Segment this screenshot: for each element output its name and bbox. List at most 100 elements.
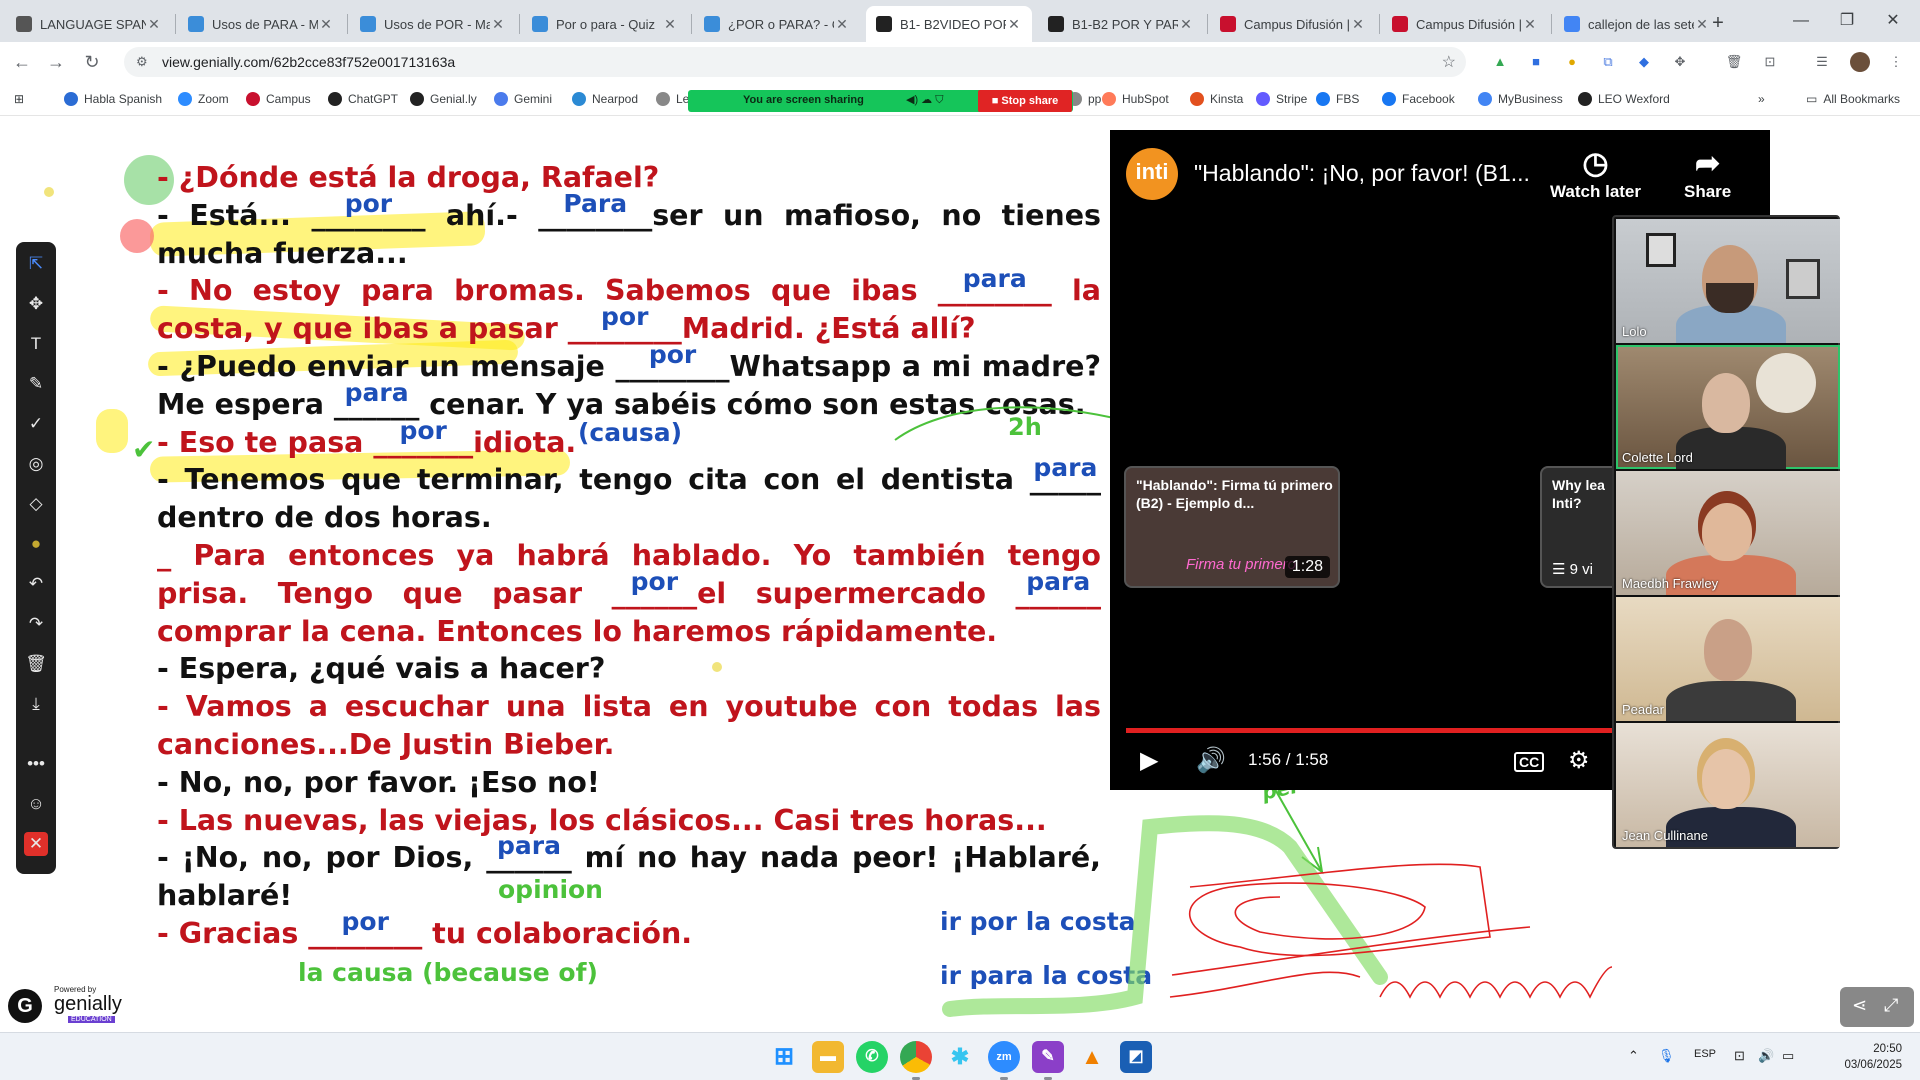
participant-tile[interactable]: Lolo [1616, 219, 1840, 343]
tab-close-icon[interactable]: ✕ [1350, 16, 1366, 33]
bookmark-item[interactable]: Genial.ly [410, 90, 477, 108]
cookie-extension-icon[interactable]: ● [1562, 52, 1582, 72]
stop-share-button[interactable]: ■ Stop share [978, 90, 1072, 112]
whatsapp-icon[interactable]: ✆ [856, 1041, 888, 1073]
apps-grid-icon[interactable]: ⊞ [14, 90, 24, 108]
reading-list-icon[interactable]: ☰ [1812, 52, 1832, 72]
participant-tile[interactable]: Jean Cullinane [1616, 723, 1840, 847]
recommended-video[interactable]: Why lea Inti? ☰ 9 vi [1540, 466, 1620, 588]
all-bookmarks-link[interactable]: ▭ All Bookmarks [1806, 90, 1900, 108]
browser-tab[interactable]: Usos de POR - Ma ✕ [350, 6, 516, 42]
file-explorer-icon[interactable]: ▬ [812, 1041, 844, 1073]
move-tool-icon[interactable]: ✥ [24, 292, 48, 316]
tab-close-icon[interactable]: ✕ [146, 16, 162, 33]
minimize-button[interactable]: — [1778, 6, 1824, 36]
reload-icon[interactable]: ↻ [78, 48, 106, 76]
bookmark-item[interactable]: Kinsta [1190, 90, 1243, 108]
more-icon[interactable]: ••• [24, 752, 48, 776]
browser-tab[interactable]: B1- B2VIDEO POR ✕ [866, 6, 1032, 42]
site-info-icon[interactable]: ⚙ [136, 54, 152, 70]
target-tool-icon[interactable]: ◎ [24, 452, 48, 476]
bookmark-item[interactable]: Le [656, 90, 689, 108]
check-tool-icon[interactable]: ✓ [24, 412, 48, 436]
browser-tab[interactable]: B1-B2 POR Y PARA✕ [1038, 6, 1204, 42]
profile-avatar[interactable] [1850, 52, 1870, 72]
volume-icon[interactable]: 🔊 [1196, 746, 1226, 775]
chrome-icon[interactable] [900, 1041, 932, 1073]
genially-logo[interactable]: G Powered by genially EDUCATION [8, 985, 138, 1025]
new-tab-button[interactable]: + [1704, 9, 1732, 37]
vlc-icon[interactable]: ▲ [1076, 1041, 1108, 1073]
browser-tab[interactable]: Por o para - Quiz ✕ [522, 6, 688, 42]
share-icon[interactable]: ⋖ [1852, 995, 1867, 1016]
watch-later-button[interactable]: ◷ Watch later [1550, 146, 1641, 202]
tab-close-icon[interactable]: ✕ [1178, 16, 1194, 33]
bookmark-item[interactable]: Facebook [1382, 90, 1455, 108]
windows-start-icon[interactable]: ⊞ [768, 1041, 800, 1073]
participant-tile[interactable]: Peadar [1616, 597, 1840, 721]
delete-icon[interactable]: 🗑 [24, 652, 48, 676]
tab-close-icon[interactable]: ✕ [1006, 16, 1022, 33]
close-window-button[interactable]: ✕ [1870, 6, 1916, 36]
pointer-tool-icon[interactable]: ⇱ [24, 252, 48, 276]
trash-extension-icon[interactable]: ■ [1526, 52, 1546, 72]
tray-chevron-icon[interactable]: ⌃ [1628, 1048, 1639, 1064]
tab-close-icon[interactable]: ✕ [318, 16, 334, 33]
user-settings-icon[interactable]: ☺ [24, 792, 48, 816]
bookmark-item[interactable]: pp [1068, 90, 1101, 108]
back-icon[interactable]: ← [8, 48, 36, 76]
undo-icon[interactable]: ↶ [24, 572, 48, 596]
tab-close-icon[interactable]: ✕ [1522, 16, 1538, 33]
fullscreen-icon[interactable]: ⤢ [1884, 995, 1898, 1016]
bookmark-item[interactable]: LEO Wexford [1578, 90, 1670, 108]
slack-icon[interactable]: ✱ [944, 1041, 976, 1073]
browser-tab[interactable]: Campus Difusión | ✕ [1210, 6, 1376, 42]
participant-tile[interactable]: Maedbh Frawley [1616, 471, 1840, 595]
tab-close-icon[interactable]: ✕ [490, 16, 506, 33]
system-clock[interactable]: 20:50 03/06/2025 [1836, 1041, 1902, 1073]
recommended-video[interactable]: "Hablando": Firma tú primero (B2) - Ejem… [1124, 466, 1340, 588]
language-indicator[interactable]: ESP [1694, 1048, 1716, 1060]
speaker-icon[interactable]: 🔊 [1758, 1048, 1774, 1064]
bookmark-item[interactable]: Habla Spanish [64, 90, 162, 108]
tag-extension-icon[interactable]: ◆ [1634, 52, 1654, 72]
color-picker-icon[interactable]: ● [24, 532, 48, 556]
pen-tool-icon[interactable]: ✎ [24, 372, 48, 396]
bookmark-star-icon[interactable]: ☆ [1442, 52, 1456, 72]
participant-tile[interactable]: Colette Lord [1616, 345, 1840, 469]
browser-tab[interactable]: ¿POR o PARA? - Co✕ [694, 6, 860, 42]
share-button[interactable]: ➦ Share [1684, 146, 1731, 202]
browser-tab[interactable]: LANGUAGE SPANISH✕ [6, 6, 172, 42]
tab-close-icon[interactable]: ✕ [834, 16, 850, 33]
captions-icon[interactable]: CC [1514, 752, 1545, 772]
video-progress-bar[interactable] [1126, 728, 1624, 733]
tab-close-icon[interactable]: ✕ [662, 16, 678, 33]
zoom-app-icon[interactable]: zm [988, 1041, 1020, 1073]
download-icon[interactable]: ⤓ [24, 692, 48, 716]
bookmark-item[interactable]: Nearpod [572, 90, 638, 108]
bookmark-item[interactable]: FBS [1316, 90, 1359, 108]
bookmark-item[interactable]: ChatGPT [328, 90, 398, 108]
bookmarks-overflow-icon[interactable]: » [1758, 90, 1765, 108]
bookmark-item[interactable]: HubSpot [1102, 90, 1169, 108]
bookmark-item[interactable]: Gemini [494, 90, 552, 108]
browser-tab[interactable]: Campus Difusión | ✕ [1382, 6, 1548, 42]
delete-extension-icon[interactable]: 🗑 [1724, 52, 1744, 72]
battery-icon[interactable]: ▭ [1782, 1048, 1794, 1064]
bookmark-item[interactable]: Zoom [178, 90, 229, 108]
eraser-tool-icon[interactable]: ◇ [24, 492, 48, 516]
video-title[interactable]: "Hablando": ¡No, por favor! (B1... [1194, 160, 1530, 187]
draw-app-icon[interactable]: ✎ [1032, 1041, 1064, 1073]
close-toolbar-icon[interactable]: ✕ [24, 832, 48, 856]
browser-tab[interactable]: Usos de PARA - Mu ✕ [178, 6, 344, 42]
network-icon[interactable]: ⊡ [1734, 1048, 1745, 1064]
forward-icon[interactable]: → [42, 48, 70, 76]
screen-search-icon[interactable]: ⊡ [1760, 52, 1780, 72]
bookmark-item[interactable]: Campus [246, 90, 311, 108]
code-extension-icon[interactable]: ⧉ [1598, 52, 1618, 72]
bookmark-item[interactable]: Stripe [1256, 90, 1307, 108]
settings-gear-icon[interactable]: ⚙ [1568, 746, 1590, 775]
drive-extension-icon[interactable]: ▲ [1490, 52, 1510, 72]
redo-icon[interactable]: ↷ [24, 612, 48, 636]
browser-tab[interactable]: callejon de las sete ✕ [1554, 6, 1720, 42]
